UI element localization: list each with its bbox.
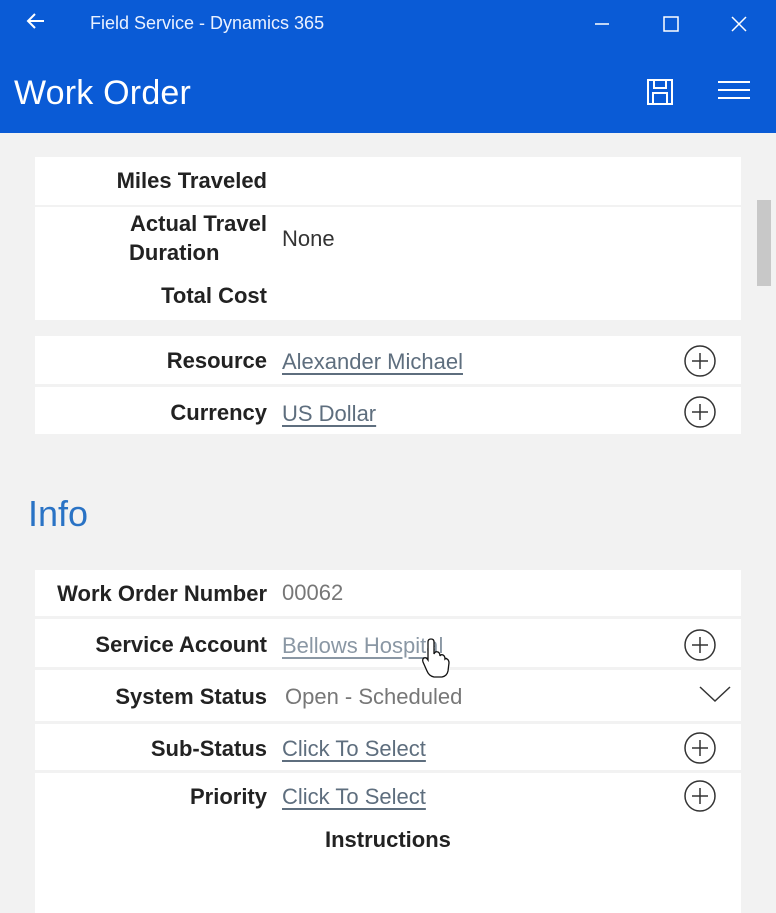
page-header: Work Order <box>0 48 776 133</box>
currency-label: Currency <box>170 400 267 425</box>
work-order-number-label: Work Order Number <box>57 581 267 606</box>
priority-link[interactable]: Click To Select <box>282 784 426 810</box>
form-content[interactable]: Miles Traveled Actual Travel Duration No… <box>0 133 754 913</box>
plus-circle-icon[interactable] <box>683 628 717 662</box>
app-title: Field Service - Dynamics 365 <box>90 13 325 33</box>
system-status-row[interactable]: System Status Open - Scheduled <box>35 670 741 721</box>
miles-traveled-row[interactable]: Miles Traveled <box>35 157 741 203</box>
hamburger-menu-icon[interactable] <box>716 78 752 102</box>
lookups-card: Resource Alexander Michael Currency US D… <box>35 336 741 434</box>
actual-travel-duration-row[interactable]: Actual Travel Duration None <box>35 207 741 273</box>
total-cost-label: Total Cost <box>161 283 267 308</box>
resource-label: Resource <box>166 348 267 373</box>
chevron-down-icon[interactable] <box>698 684 732 704</box>
work-order-number-value: 00062 <box>282 580 344 605</box>
currency-row[interactable]: Currency US Dollar <box>35 387 741 434</box>
hand-cursor-icon <box>422 638 450 678</box>
scrollbar-thumb[interactable] <box>757 200 771 286</box>
resource-link[interactable]: Alexander Michael <box>282 349 463 375</box>
info-card: Work Order Number 00062 Service Account … <box>35 570 741 913</box>
plus-circle-icon[interactable] <box>683 395 717 429</box>
plus-circle-icon[interactable] <box>683 779 717 813</box>
miles-traveled-label: Miles Traveled <box>116 168 267 193</box>
work-order-number-row[interactable]: Work Order Number 00062 <box>35 570 741 616</box>
section-title-info: Info <box>28 493 89 534</box>
priority-row[interactable]: Priority Click To Select Instructions <box>35 773 741 913</box>
travel-card: Miles Traveled Actual Travel Duration No… <box>35 157 741 320</box>
plus-circle-icon[interactable] <box>683 731 717 765</box>
sub-status-row[interactable]: Sub-Status Click To Select <box>35 724 741 770</box>
sub-status-label: Sub-Status <box>150 736 267 761</box>
sub-status-link[interactable]: Click To Select <box>282 736 426 762</box>
actual-travel-duration-label-line1: Actual Travel <box>130 211 267 236</box>
total-cost-row[interactable]: Total Cost <box>35 273 741 317</box>
system-status-label: System Status <box>115 684 267 709</box>
service-account-row[interactable]: Service Account Bellows Hospital <box>35 619 741 667</box>
system-status-select[interactable]: Open - Scheduled <box>285 684 462 710</box>
minimize-icon[interactable] <box>588 10 616 38</box>
vertical-scrollbar[interactable] <box>754 133 776 913</box>
maximize-icon[interactable] <box>657 10 685 38</box>
back-arrow-icon[interactable] <box>24 9 48 33</box>
currency-link[interactable]: US Dollar <box>282 401 376 427</box>
actual-travel-duration-label-line2: Duration <box>129 240 220 265</box>
close-icon[interactable] <box>725 10 753 38</box>
instructions-label: Instructions <box>325 827 451 852</box>
service-account-label: Service Account <box>95 632 267 657</box>
priority-label: Priority <box>189 784 267 809</box>
page-title: Work Order <box>14 74 192 112</box>
plus-circle-icon[interactable] <box>683 344 717 378</box>
actual-travel-duration-value[interactable]: None <box>282 226 335 252</box>
save-icon[interactable] <box>645 77 675 107</box>
window-title-bar: Field Service - Dynamics 365 <box>0 0 776 48</box>
resource-row[interactable]: Resource Alexander Michael <box>35 336 741 384</box>
